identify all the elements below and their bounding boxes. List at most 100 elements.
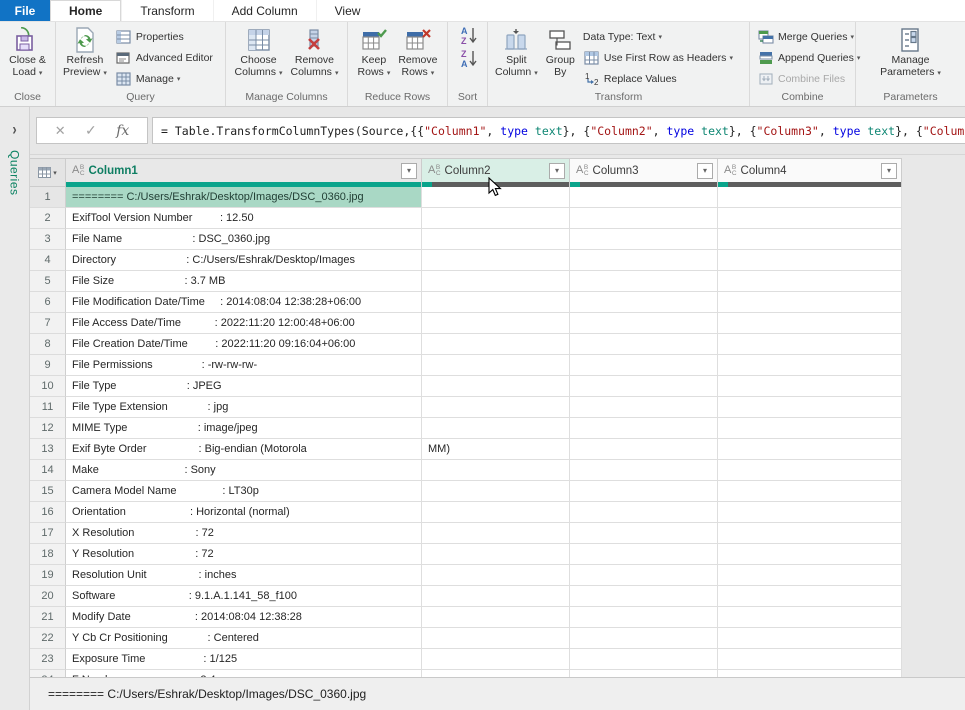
cell-column2[interactable]: [422, 418, 570, 439]
cell-column3[interactable]: [570, 187, 718, 208]
row-number[interactable]: 24: [30, 670, 66, 677]
cell-column3[interactable]: [570, 376, 718, 397]
sort-ascending-button[interactable]: A Z: [458, 25, 480, 47]
tab-transform[interactable]: Transform: [121, 0, 212, 21]
cell-column4[interactable]: [718, 292, 902, 313]
cell-column2[interactable]: [422, 271, 570, 292]
cell-column1[interactable]: Camera Model Name : LT30p: [66, 481, 422, 502]
cell-column4[interactable]: [718, 418, 902, 439]
cell-column4[interactable]: [718, 628, 902, 649]
replace-values-button[interactable]: 1 2 Replace Values: [579, 68, 737, 89]
row-number[interactable]: 5: [30, 271, 66, 292]
cell-column3[interactable]: [570, 607, 718, 628]
cell-column3[interactable]: [570, 523, 718, 544]
cell-column4[interactable]: [718, 544, 902, 565]
cell-column1[interactable]: File Type : JPEG: [66, 376, 422, 397]
cell-column1[interactable]: Modify Date : 2014:08:04 12:38:28: [66, 607, 422, 628]
select-all-corner[interactable]: ▾: [30, 158, 66, 187]
cell-column1[interactable]: Exif Byte Order : Big-endian (Motorola: [66, 439, 422, 460]
row-number[interactable]: 2: [30, 208, 66, 229]
row-number[interactable]: 9: [30, 355, 66, 376]
row-number[interactable]: 19: [30, 565, 66, 586]
column3-filter-dropdown[interactable]: [697, 162, 713, 179]
keep-rows-button[interactable]: Keep Rows: [354, 24, 395, 80]
cell-column2[interactable]: [422, 481, 570, 502]
cell-column3[interactable]: [570, 439, 718, 460]
cell-column3[interactable]: [570, 292, 718, 313]
cell-column2[interactable]: [422, 670, 570, 677]
row-number[interactable]: 4: [30, 250, 66, 271]
row-number[interactable]: 8: [30, 334, 66, 355]
cell-column4[interactable]: [718, 460, 902, 481]
cell-column2[interactable]: [422, 334, 570, 355]
cell-column1[interactable]: File Creation Date/Time : 2022:11:20 09:…: [66, 334, 422, 355]
row-number[interactable]: 15: [30, 481, 66, 502]
column-header-column2[interactable]: Column2: [422, 158, 570, 187]
cell-column2[interactable]: [422, 313, 570, 334]
cell-column2[interactable]: [422, 208, 570, 229]
properties-button[interactable]: Properties: [111, 26, 217, 47]
tab-home[interactable]: Home: [50, 0, 122, 21]
cell-column3[interactable]: [570, 649, 718, 670]
close-and-load-button[interactable]: Close & Load: [5, 24, 50, 80]
cell-column2[interactable]: [422, 460, 570, 481]
cell-column1[interactable]: Y Cb Cr Positioning : Centered: [66, 628, 422, 649]
cell-column2[interactable]: [422, 586, 570, 607]
row-number[interactable]: 10: [30, 376, 66, 397]
cell-column2[interactable]: MM): [422, 439, 570, 460]
cell-column4[interactable]: [718, 523, 902, 544]
row-number[interactable]: 11: [30, 397, 66, 418]
row-number[interactable]: 13: [30, 439, 66, 460]
row-number[interactable]: 22: [30, 628, 66, 649]
cell-column2[interactable]: [422, 649, 570, 670]
merge-queries-button[interactable]: Merge Queries: [753, 26, 864, 47]
cell-column4[interactable]: [718, 250, 902, 271]
cell-column4[interactable]: [718, 355, 902, 376]
row-number[interactable]: 1: [30, 187, 66, 208]
row-number[interactable]: 12: [30, 418, 66, 439]
cell-column3[interactable]: [570, 355, 718, 376]
queries-pane-collapsed[interactable]: › Queries: [0, 107, 30, 710]
use-first-row-as-headers-button[interactable]: Use First Row as Headers: [579, 47, 737, 68]
group-by-button[interactable]: Group By: [542, 24, 579, 78]
cell-column3[interactable]: [570, 271, 718, 292]
manage-parameters-button[interactable]: Manage Parameters: [876, 24, 945, 80]
cell-column3[interactable]: [570, 565, 718, 586]
cell-column4[interactable]: [718, 439, 902, 460]
tab-view[interactable]: View: [315, 0, 379, 21]
cell-column1[interactable]: Directory : C:/Users/Eshrak/Desktop/Imag…: [66, 250, 422, 271]
cell-column2[interactable]: [422, 565, 570, 586]
row-number[interactable]: 17: [30, 523, 66, 544]
cell-column1[interactable]: ExifTool Version Number : 12.50: [66, 208, 422, 229]
row-number[interactable]: 18: [30, 544, 66, 565]
manage-button[interactable]: Manage: [111, 68, 217, 89]
row-number[interactable]: 16: [30, 502, 66, 523]
cell-column1[interactable]: ======== C:/Users/Eshrak/Desktop/Images/…: [66, 187, 422, 208]
cell-column4[interactable]: [718, 586, 902, 607]
cell-column3[interactable]: [570, 418, 718, 439]
cell-column1[interactable]: File Name : DSC_0360.jpg: [66, 229, 422, 250]
column-header-column1[interactable]: Column1: [66, 158, 422, 187]
choose-columns-button[interactable]: Choose Columns: [231, 24, 287, 80]
row-number[interactable]: 6: [30, 292, 66, 313]
cell-column1[interactable]: File Access Date/Time : 2022:11:20 12:00…: [66, 313, 422, 334]
row-number[interactable]: 14: [30, 460, 66, 481]
cell-column4[interactable]: [718, 271, 902, 292]
cell-column2[interactable]: [422, 397, 570, 418]
column4-filter-dropdown[interactable]: [881, 162, 897, 179]
cell-column2[interactable]: [422, 628, 570, 649]
cell-column3[interactable]: [570, 460, 718, 481]
advanced-editor-button[interactable]: Advanced Editor: [111, 47, 217, 68]
cell-column1[interactable]: X Resolution : 72: [66, 523, 422, 544]
cell-column4[interactable]: [718, 670, 902, 677]
cell-column2[interactable]: [422, 607, 570, 628]
cell-column4[interactable]: [718, 502, 902, 523]
row-number[interactable]: 7: [30, 313, 66, 334]
cell-column1[interactable]: File Permissions : -rw-rw-rw-: [66, 355, 422, 376]
split-column-button[interactable]: Split Column: [491, 24, 542, 80]
remove-rows-button[interactable]: Remove Rows: [394, 24, 441, 80]
cell-column1[interactable]: MIME Type : image/jpeg: [66, 418, 422, 439]
remove-columns-button[interactable]: Remove Columns: [287, 24, 343, 80]
cell-column1[interactable]: F Number : 2.4: [66, 670, 422, 677]
cell-column1[interactable]: Exposure Time : 1/125: [66, 649, 422, 670]
